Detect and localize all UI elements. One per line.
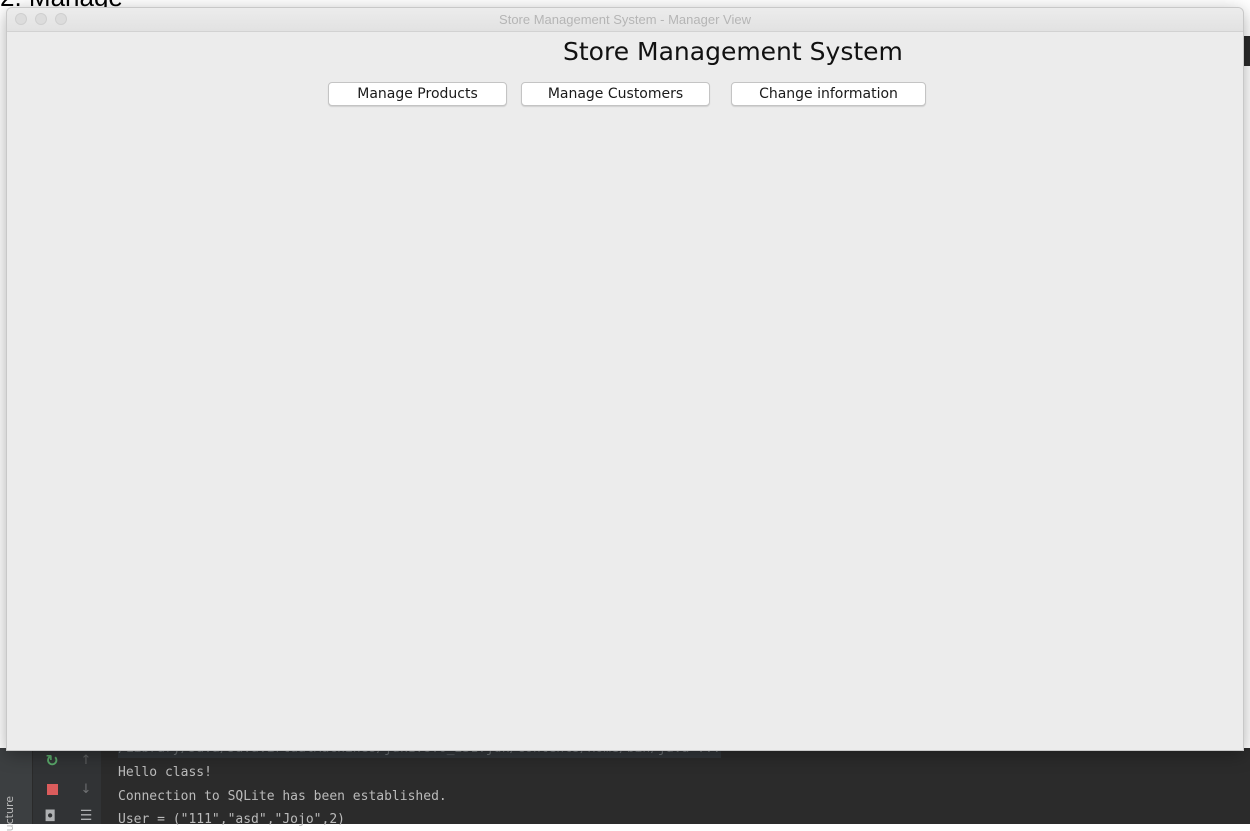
rerun-icon[interactable]: ↻ [44, 751, 60, 770]
console-line: Hello class! [118, 765, 212, 780]
app-window: Store Management System - Manager View S… [7, 8, 1243, 750]
manage-products-button[interactable]: Manage Products [328, 82, 507, 106]
up-arrow-icon[interactable]: ↑ [78, 752, 94, 768]
manage-customers-button[interactable]: Manage Customers [521, 82, 710, 106]
structure-tab-label[interactable]: ucture [3, 796, 16, 831]
change-information-button[interactable]: Change information [731, 82, 926, 106]
background-window-edge [1243, 36, 1250, 66]
camera-icon[interactable]: ◘ [42, 807, 58, 825]
window-title: Store Management System - Manager View [499, 12, 751, 27]
console-line: Connection to SQLite has been establishe… [118, 789, 447, 804]
console-output[interactable]: /Library/Java/JavaVirtualMachines/jdk1.8… [118, 740, 1238, 827]
main-panel: Store Management System Manage Products … [7, 32, 1243, 750]
down-arrow-icon[interactable]: ↓ [78, 781, 94, 797]
ide-run-console: ucture ↻ ↑ ↓ ◘ ☰ /Library/Java/JavaVirtu… [0, 740, 1250, 831]
soft-wrap-icon[interactable]: ☰ [78, 808, 94, 824]
title-bar[interactable]: Store Management System - Manager View [7, 8, 1243, 32]
stop-icon[interactable] [44, 781, 60, 797]
console-line: User = ("111","asd","Jojo",2) [118, 812, 345, 827]
document-text-fragment: 2. Manage [0, 0, 160, 10]
page-title: Store Management System [563, 37, 903, 66]
ide-side-toolwindow-bar: ucture [0, 748, 33, 831]
